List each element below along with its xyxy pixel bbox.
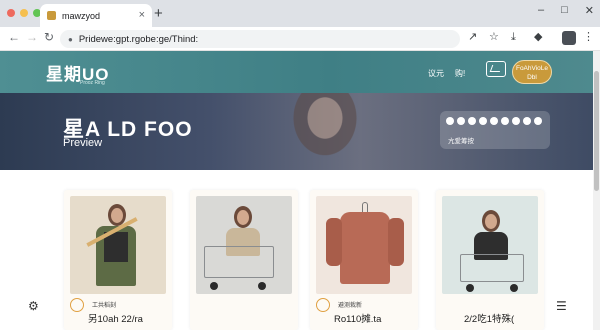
product-card[interactable] xyxy=(190,190,298,330)
close-button[interactable]: ✕ xyxy=(585,4,594,17)
hero-indicator-dot[interactable] xyxy=(479,117,487,125)
share-icon[interactable]: ↗ xyxy=(468,32,477,43)
tab-close-icon[interactable]: × xyxy=(139,10,145,21)
hero-photo xyxy=(270,93,380,170)
hero-indicator-dot[interactable] xyxy=(512,117,520,125)
list-menu-icon[interactable]: ☰ xyxy=(556,300,567,312)
tab-title: mawzyod xyxy=(62,10,101,21)
hero-dots xyxy=(446,117,542,125)
promo-badge[interactable]: FoAhVioLe Dbl xyxy=(512,60,552,84)
hero-indicator-dot[interactable] xyxy=(501,117,509,125)
hero-indicator-dot[interactable] xyxy=(457,117,465,125)
product-card[interactable]: 工共稻刻 另10ah 22/ra xyxy=(64,190,172,330)
address-bar[interactable]: ● Pridewe:gpt.rgobe:ge/Thind: xyxy=(60,30,460,48)
monitor-icon[interactable] xyxy=(486,61,506,77)
hero-banner: 星A LD FOO Preview 亢爱筹按 xyxy=(0,93,600,170)
product-category: 避测栽新 xyxy=(338,303,363,309)
back-icon[interactable]: ← xyxy=(8,31,20,43)
close-window-dot[interactable] xyxy=(7,9,15,17)
site-logo-subtitle: Prooz Ring xyxy=(80,80,105,86)
hero-card-label: 亢爱筹按 xyxy=(448,138,474,145)
product-category: 工共稻刻 xyxy=(92,303,117,309)
url-text[interactable]: Pridewe:gpt.rgobe:ge/Thind: xyxy=(79,34,198,45)
reload-icon[interactable]: ↻ xyxy=(44,31,54,43)
menu-kebab-icon[interactable]: ⋮ xyxy=(583,32,594,43)
puzzle-icon[interactable]: ◆ xyxy=(534,32,542,43)
nav-link-2[interactable]: 购! xyxy=(455,68,465,79)
hero-subtitle: Preview xyxy=(63,137,103,149)
hero-info-card[interactable]: 亢爱筹按 xyxy=(440,111,550,149)
hero-indicator-dot[interactable] xyxy=(468,117,476,125)
product-name[interactable]: 另10ah 22/ra xyxy=(88,311,143,325)
window-traffic-lights xyxy=(7,9,41,17)
favicon-icon xyxy=(47,11,56,20)
product-card[interactable]: 2/2吃1特殊( xyxy=(436,190,544,330)
product-image xyxy=(316,196,412,294)
product-image xyxy=(196,196,292,294)
site-header: 星期UO Prooz Ring 议元 购! FoAhVioLe Dbl xyxy=(0,51,600,93)
maximize-button[interactable]: □ xyxy=(561,4,568,17)
browser-tab-bar: mawzyod × + – □ ✕ xyxy=(0,0,600,27)
scrollbar-thumb[interactable] xyxy=(594,71,599,191)
hero-indicator-dot[interactable] xyxy=(490,117,498,125)
hero-indicator-dot[interactable] xyxy=(446,117,454,125)
product-image xyxy=(442,196,538,294)
window-controls: – □ ✕ xyxy=(538,4,594,17)
product-name[interactable]: 2/2吃1特殊( xyxy=(464,311,514,325)
product-name[interactable]: Ro110摊.ta xyxy=(334,311,381,325)
product-image xyxy=(70,196,166,294)
extension-icon[interactable]: ⤓ xyxy=(511,32,516,43)
new-tab-button[interactable]: + xyxy=(154,6,163,21)
settings-gear-icon[interactable]: ⚙ xyxy=(28,300,39,312)
nav-link-1[interactable]: 议元 xyxy=(428,68,444,79)
minimize-button[interactable]: – xyxy=(538,4,544,17)
profile-avatar[interactable] xyxy=(562,31,576,45)
hero-indicator-dot[interactable] xyxy=(534,117,542,125)
browser-tab[interactable]: mawzyod × xyxy=(40,4,152,27)
minimize-window-dot[interactable] xyxy=(20,9,28,17)
browser-toolbar: ← → ↻ ● Pridewe:gpt.rgobe:ge/Thind: ↗ ☆ … xyxy=(0,27,600,51)
bookmark-star-icon[interactable]: ☆ xyxy=(489,32,499,43)
product-category-icon xyxy=(70,298,84,312)
forward-icon[interactable]: → xyxy=(26,31,38,43)
product-card[interactable]: 避测栽新 Ro110摊.ta xyxy=(310,190,418,330)
hero-indicator-dot[interactable] xyxy=(523,117,531,125)
page-scrollbar[interactable] xyxy=(593,51,600,330)
site-info-icon[interactable]: ● xyxy=(68,35,73,44)
product-category-icon xyxy=(316,298,330,312)
